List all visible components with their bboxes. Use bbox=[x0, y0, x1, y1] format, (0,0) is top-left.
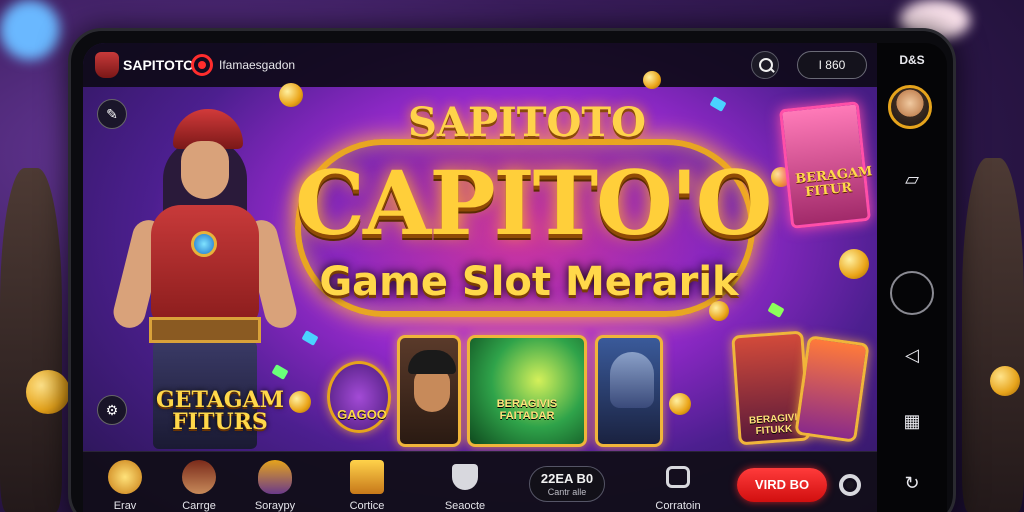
knight-avatar-icon bbox=[258, 460, 292, 494]
nav-label: Corratoin bbox=[655, 500, 701, 512]
side-panel: D&S ▱ ◁ ▦ ↻ bbox=[877, 43, 947, 512]
nav-label: Carrge bbox=[182, 500, 216, 512]
character-gem bbox=[191, 231, 217, 257]
phone-device: SAPITOTO Ifamaesgadon I 860 ✎ ⚙ SAPITOTO… bbox=[68, 28, 956, 512]
nav-item-seaocte[interactable]: Seaocte bbox=[433, 452, 497, 512]
back-icon[interactable]: ◁ bbox=[894, 337, 930, 373]
card-helmet bbox=[610, 352, 654, 408]
home-button[interactable] bbox=[890, 271, 934, 315]
coin-icon bbox=[839, 249, 869, 279]
background-person-right bbox=[962, 158, 1024, 512]
counter-caption: Cantr alle bbox=[547, 487, 587, 497]
nav-label: Erav bbox=[113, 500, 137, 512]
nav-label: Cortice bbox=[349, 500, 385, 512]
game-screen: SAPITOTO Ifamaesgadon I 860 ✎ ⚙ SAPITOTO… bbox=[83, 43, 877, 512]
book-icon bbox=[350, 460, 384, 494]
top-link[interactable]: Ifamaesgadon bbox=[219, 58, 295, 72]
star-badge-icon bbox=[108, 460, 142, 494]
card-label: BERAGIVIS FAITADAR bbox=[496, 398, 558, 422]
grid-icon[interactable]: ▦ bbox=[894, 403, 930, 439]
character-face bbox=[181, 141, 229, 199]
character-belt bbox=[149, 317, 261, 343]
shield-icon bbox=[452, 464, 478, 490]
background-person-left bbox=[0, 168, 62, 512]
stage-light bbox=[0, 0, 60, 60]
gem-icon bbox=[301, 330, 319, 346]
user-avatar[interactable] bbox=[888, 85, 932, 129]
background-coin bbox=[26, 370, 70, 414]
rotate-icon[interactable]: ↻ bbox=[894, 465, 930, 501]
background-coin bbox=[990, 366, 1020, 396]
nav-label: Seaocte bbox=[444, 500, 486, 512]
balance-pill[interactable]: I 860 bbox=[797, 51, 867, 79]
gem-icon bbox=[767, 302, 785, 318]
game-card-emblem[interactable] bbox=[327, 361, 391, 433]
features-badge: GETAGAM FITURS bbox=[155, 387, 284, 435]
emblem-label: GAGOO bbox=[337, 407, 387, 422]
bottom-nav: Erav Carrge Soraypy Cortice Seaocte 22EA… bbox=[83, 451, 877, 512]
game-card[interactable] bbox=[595, 335, 663, 447]
game-card[interactable] bbox=[794, 335, 870, 443]
nav-label: Soraypy bbox=[254, 500, 296, 512]
counter-pill[interactable]: 22EA B0 Cantr alle bbox=[529, 466, 605, 502]
gem-icon bbox=[709, 96, 727, 112]
coin-icon bbox=[289, 391, 311, 413]
nav-item-cortice[interactable]: Cortice bbox=[335, 452, 399, 512]
hero-subtitle: Game Slot Merarik bbox=[319, 259, 739, 305]
hero-title-small: SAPITOTO bbox=[408, 99, 646, 146]
search-icon[interactable] bbox=[751, 51, 779, 79]
card-character bbox=[414, 368, 450, 412]
features-poster[interactable]: BERAGAM FITUR bbox=[778, 101, 874, 229]
hero-title-large: CAPITO'O bbox=[295, 151, 772, 255]
counter-value: 22EA B0 bbox=[540, 471, 594, 486]
coin-icon bbox=[709, 301, 729, 321]
character-torso bbox=[151, 205, 259, 325]
cast-icon[interactable]: ▱ bbox=[894, 161, 930, 197]
game-card[interactable] bbox=[397, 335, 461, 447]
nav-item-soraypy[interactable]: Soraypy bbox=[243, 452, 307, 512]
coin-icon bbox=[279, 83, 303, 107]
chat-icon bbox=[666, 466, 690, 488]
poster-text: BERAGAM FITUR bbox=[794, 164, 874, 201]
game-card[interactable]: BERAGIVIS FAITADAR bbox=[467, 335, 587, 447]
brand-name[interactable]: SAPITOTO bbox=[123, 57, 194, 73]
nav-item-carrge[interactable]: Carrge bbox=[167, 452, 231, 512]
brand-logo[interactable] bbox=[95, 52, 119, 78]
record-icon[interactable] bbox=[191, 54, 213, 76]
nav-item-corratoin[interactable]: Corratoin bbox=[643, 452, 713, 512]
top-bar: SAPITOTO Ifamaesgadon I 860 bbox=[83, 43, 877, 87]
cta-button[interactable]: VIRD BO bbox=[737, 468, 827, 502]
status-time: D&S bbox=[899, 53, 925, 67]
coin-icon bbox=[669, 393, 691, 415]
coin-icon bbox=[643, 71, 661, 89]
card-hat bbox=[408, 350, 456, 374]
gear-icon[interactable] bbox=[839, 474, 861, 496]
pirate-avatar-icon bbox=[182, 460, 216, 494]
nav-item-erav[interactable]: Erav bbox=[93, 452, 157, 512]
